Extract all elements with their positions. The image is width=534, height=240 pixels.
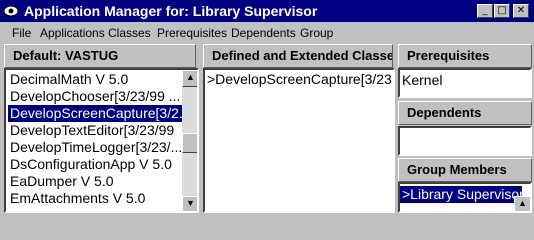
list-item[interactable]: DevelopTimeLogger[3/23/...: [10, 139, 182, 156]
list-item[interactable]: DecimalMath V 5.0: [10, 71, 128, 88]
dependents-list[interactable]: [398, 126, 532, 156]
list-item[interactable]: DsConfigurationApp V 5.0: [10, 156, 172, 173]
menu-dependents[interactable]: Dependents: [231, 26, 296, 40]
group-members-scrollbar[interactable]: ▲: [514, 196, 530, 211]
classes-list[interactable]: >DevelopScreenCapture[3/23...: [203, 68, 395, 213]
list-item[interactable]: DevelopChooser[3/23/99 ...: [10, 88, 180, 105]
menu-classes[interactable]: Classes: [108, 26, 151, 40]
list-item[interactable]: >DevelopScreenCapture[3/23...: [207, 71, 393, 88]
list-item-selected[interactable]: DevelopScreenCapture[3/2...: [8, 105, 191, 122]
menu-bar: File Applications Classes Prerequisites …: [0, 22, 534, 44]
middle-pane-header: Defined and Extended Classes: [203, 44, 393, 68]
close-button[interactable]: ✕: [513, 4, 529, 18]
menu-prerequisites[interactable]: Prerequisites: [157, 26, 227, 40]
left-pane-header: Default: VASTUG: [4, 44, 196, 68]
group-members-header: Group Members: [398, 158, 532, 182]
scroll-down-arrow-icon[interactable]: ▼: [182, 196, 197, 211]
menu-file[interactable]: File: [12, 26, 31, 40]
applications-list[interactable]: DecimalMath V 5.0 DevelopChooser[3/23/99…: [4, 68, 199, 213]
scroll-thumb[interactable]: [182, 133, 197, 153]
menu-group[interactable]: Group: [300, 26, 333, 40]
list-item[interactable]: Kernel: [402, 72, 442, 89]
scroll-up-arrow-icon[interactable]: ▲: [182, 70, 197, 87]
title-bar[interactable]: Application Manager for: Library Supervi…: [0, 0, 534, 22]
window-title: Application Manager for: Library Supervi…: [24, 3, 318, 19]
minimize-button[interactable]: _: [477, 4, 493, 18]
menu-applications[interactable]: Applications: [40, 26, 105, 40]
app-eye-icon: [3, 5, 19, 17]
scroll-up-arrow-icon[interactable]: ▲: [514, 196, 530, 211]
prerequisites-header: Prerequisites: [398, 44, 532, 68]
list-item[interactable]: DevelopTextEditor[3/23/99: [10, 122, 174, 139]
prerequisites-list[interactable]: Kernel: [398, 68, 532, 98]
list-item[interactable]: EaDumper V 5.0: [10, 173, 114, 190]
dependents-header: Dependents: [398, 101, 532, 125]
left-scrollbar[interactable]: ▲ ▼: [182, 70, 197, 211]
group-members-list[interactable]: >Library Supervisor ▲: [398, 182, 532, 213]
list-item-selected[interactable]: >Library Supervisor: [400, 186, 524, 203]
list-item[interactable]: EmAttachments V 5.0: [10, 190, 145, 207]
maximize-button[interactable]: □: [494, 4, 510, 18]
